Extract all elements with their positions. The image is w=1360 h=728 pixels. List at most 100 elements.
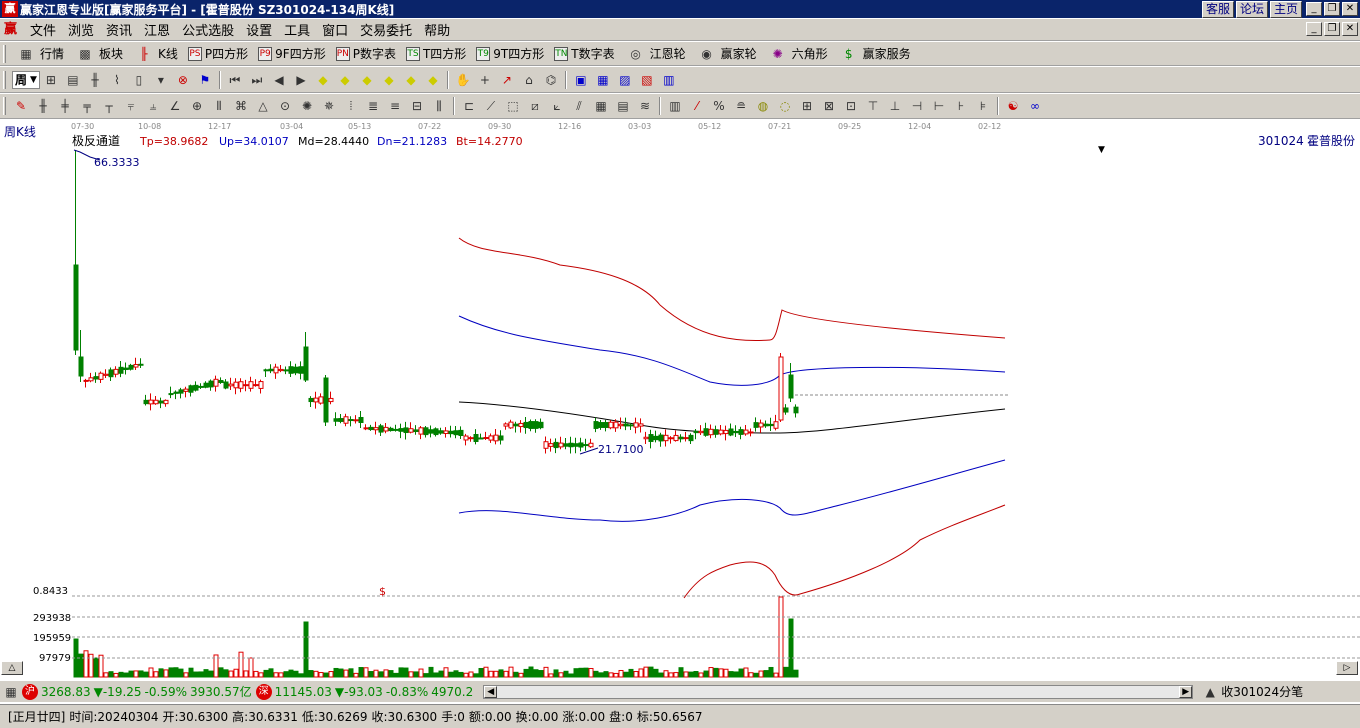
kline-button[interactable]: ╟ K线 (128, 45, 183, 62)
tool-p-icon[interactable]: ⊠ (821, 98, 837, 114)
scroll-left-arrow-icon[interactable]: ◀ (484, 685, 498, 698)
gann-fan-icon[interactable]: ╪ (57, 98, 73, 114)
menu-formula[interactable]: 公式选股 (176, 20, 240, 39)
menu-help[interactable]: 帮助 (418, 20, 456, 39)
p-number-table-button[interactable]: PN P数字表 (331, 45, 401, 62)
menu-settings[interactable]: 设置 (240, 20, 278, 39)
gann-wheel-button[interactable]: ◎ 江恩轮 (620, 45, 691, 62)
circle-tool-icon[interactable]: ⊙ (277, 98, 293, 114)
period-select[interactable]: 周 ▼ (12, 70, 40, 89)
homepage-link[interactable]: 主页 (1269, 1, 1302, 18)
calendar-icon[interactable]: ▣ (573, 72, 589, 88)
diamond-expand-icon[interactable]: ◆ (403, 72, 419, 88)
angle-tool-icon[interactable]: ∠ (167, 98, 183, 114)
menu-tools[interactable]: 工具 (278, 20, 316, 39)
tool-u-icon[interactable]: ⊢ (931, 98, 947, 114)
menu-news[interactable]: 资讯 (100, 20, 138, 39)
gift-icon[interactable]: ⌂ (521, 72, 537, 88)
tool-f-icon[interactable]: ⫽ (571, 98, 587, 114)
chevron-down-icon[interactable]: ▼ (1098, 145, 1105, 155)
tool-q-icon[interactable]: ⊡ (843, 98, 859, 114)
menu-gann[interactable]: 江恩 (138, 20, 176, 39)
diamond-up-icon[interactable]: ◆ (315, 72, 331, 88)
9f-square-button[interactable]: P9 9F四方形 (253, 45, 331, 62)
tool-d-icon[interactable]: ⧄ (527, 98, 543, 114)
star-icon[interactable]: ✵ (321, 98, 337, 114)
diamond-right-icon[interactable]: ◆ (381, 72, 397, 88)
fib-time-icon[interactable]: ≡ (387, 98, 403, 114)
tool-v-icon[interactable]: ⊦ (953, 98, 969, 114)
child-minimize-icon[interactable]: _ (1306, 22, 1322, 36)
blocks-button[interactable]: ▩ 板块 (69, 45, 128, 62)
triangle-icon[interactable]: △ (255, 98, 271, 114)
dropdown-icon[interactable]: ▾ (153, 72, 169, 88)
ticker-text[interactable]: 收301024分笔 (1221, 683, 1303, 700)
scroll-right-arrow-icon[interactable]: ▶ (1179, 685, 1193, 698)
fib-icon[interactable]: ≣ (365, 98, 381, 114)
box-icon[interactable]: ⊟ (409, 98, 425, 114)
angle-line-icon[interactable]: ⫨ (145, 98, 161, 114)
shanghai-index[interactable]: 沪 3268.83 ▼-19.25 -0.59% 3930.57亿 (22, 683, 252, 700)
service-link[interactable]: 客服 (1201, 1, 1234, 18)
yin-yang-icon[interactable]: ☯ (1005, 98, 1021, 114)
tool-w-icon[interactable]: ⊧ (975, 98, 991, 114)
diamond-shrink-icon[interactable]: ◆ (425, 72, 441, 88)
tool-l-icon[interactable]: ≘ (733, 98, 749, 114)
indicator-icon[interactable]: ⊗ (175, 72, 191, 88)
close-icon[interactable]: ✕ (1342, 2, 1358, 16)
scroll-right-arrow-icon[interactable]: ▷ (1336, 661, 1358, 675)
percent-icon[interactable]: % (711, 98, 727, 114)
status-scrollbar[interactable]: ◀ ▶ (483, 684, 1194, 699)
t-square-button[interactable]: TS T四方形 (401, 45, 471, 62)
shenzhen-index[interactable]: 深 11145.03 ▼-93.03 -0.83% 4970.2 (255, 683, 473, 700)
scroll-right-icon[interactable]: ▶ (293, 72, 309, 88)
hand-icon[interactable]: ✋ (455, 72, 471, 88)
tool-r-icon[interactable]: ⊤ (865, 98, 881, 114)
child-close-icon[interactable]: ✕ (1342, 22, 1358, 36)
diamond-left-icon[interactable]: ◆ (359, 72, 375, 88)
winner-wheel-button[interactable]: ◉ 赢家轮 (691, 45, 762, 62)
pencil-icon[interactable]: ✎ (13, 98, 29, 114)
line-mode-icon[interactable]: ⌇ (109, 72, 125, 88)
tool-m-icon[interactable]: ◍ (755, 98, 771, 114)
tool-c-icon[interactable]: ⬚ (505, 98, 521, 114)
scroll-left-icon[interactable]: ◀ (271, 72, 287, 88)
menu-window[interactable]: 窗口 (316, 20, 354, 39)
vertical-icon[interactable]: ⦙ (343, 98, 359, 114)
tool-h-icon[interactable]: ▤ (615, 98, 631, 114)
infinity-icon[interactable]: ∞ (1027, 98, 1043, 114)
tool-b-icon[interactable]: ⟋ (483, 98, 499, 114)
menu-trade[interactable]: 交易委托 (354, 20, 418, 39)
menu-browse[interactable]: 浏览 (62, 20, 100, 39)
tool-k-icon[interactable]: ⁄ (689, 98, 705, 114)
tool-s-icon[interactable]: ⊥ (887, 98, 903, 114)
circle-grid-icon[interactable]: ⊕ (189, 98, 205, 114)
minimize-icon[interactable]: _ (1306, 2, 1322, 16)
bars-icon[interactable]: ⫼ (431, 98, 447, 114)
tool-i-icon[interactable]: ≋ (637, 98, 653, 114)
flag-icon[interactable]: ⚑ (197, 72, 213, 88)
tool-o-icon[interactable]: ⊞ (799, 98, 815, 114)
candle-mode-icon[interactable]: ▯ (131, 72, 147, 88)
t-number-table-button[interactable]: TN T数字表 (549, 45, 619, 62)
p-square-button[interactable]: PS P四方形 (183, 45, 253, 62)
gann-box-icon[interactable]: ╤ (79, 98, 95, 114)
print-icon[interactable]: ▧ (639, 72, 655, 88)
first-page-icon[interactable]: ⏮ (227, 72, 243, 88)
quotes-button[interactable]: ▦ 行情 (10, 45, 69, 62)
diamond-down-icon[interactable]: ◆ (337, 72, 353, 88)
calculator-icon[interactable]: ▦ (595, 72, 611, 88)
9t-square-button[interactable]: T9 9T四方形 (471, 45, 549, 62)
chart-mode-icon[interactable]: ⊞ (43, 72, 59, 88)
sun-icon[interactable]: ✺ (299, 98, 315, 114)
child-restore-icon[interactable]: ❐ (1324, 22, 1340, 36)
tool-j-icon[interactable]: ▥ (667, 98, 683, 114)
document-icon[interactable]: ▤ (65, 72, 81, 88)
crosshair-icon[interactable]: + (477, 72, 493, 88)
hexagon-button[interactable]: ✺ 六角形 (762, 45, 833, 62)
cycle-icon[interactable]: ⌘ (233, 98, 249, 114)
gann-grid-icon[interactable]: ┬ (101, 98, 117, 114)
tool-t-icon[interactable]: ⊣ (909, 98, 925, 114)
truck-icon[interactable]: ▥ (661, 72, 677, 88)
tool-n-icon[interactable]: ◌ (777, 98, 793, 114)
